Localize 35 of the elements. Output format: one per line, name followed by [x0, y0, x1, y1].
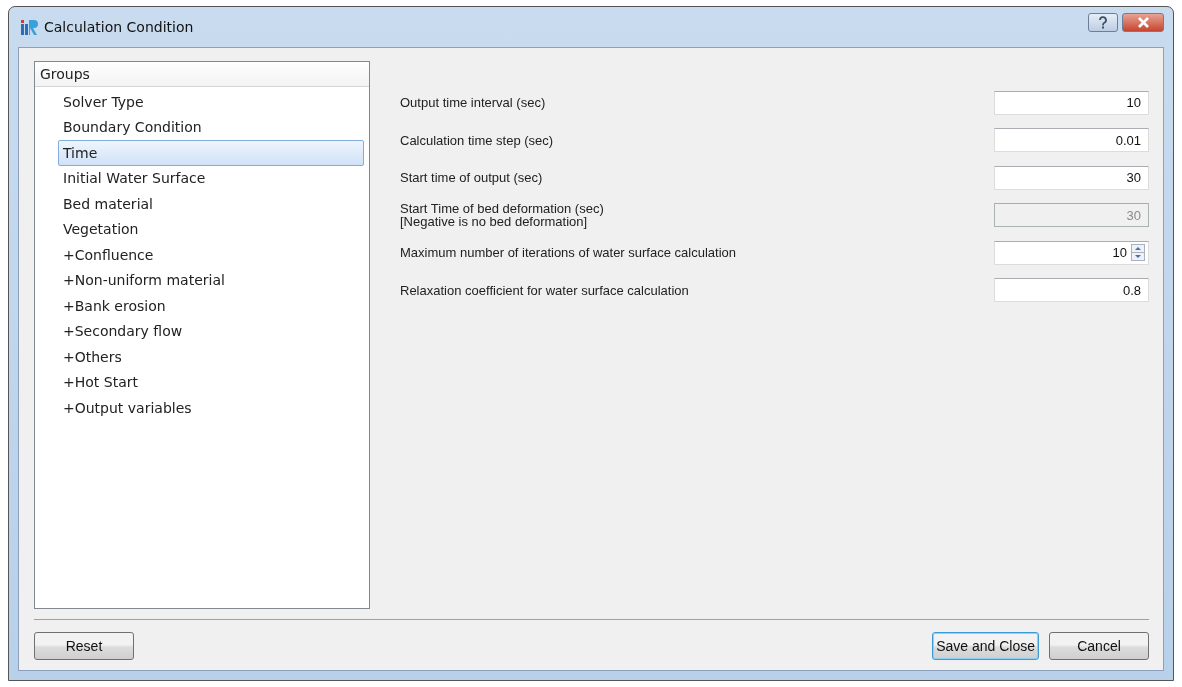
tree-item[interactable]: Vegetation: [58, 216, 364, 242]
spin-field[interactable]: 10: [994, 240, 1149, 265]
tree-item[interactable]: +Confluence: [58, 242, 364, 268]
field-label: Start Time of bed deformation (sec): [400, 202, 605, 216]
tree-item[interactable]: +Hot Start: [58, 369, 364, 395]
spin-arrows-icon[interactable]: [1131, 244, 1145, 262]
tree-item[interactable]: Initial Water Surface: [58, 165, 364, 191]
field-label: Start time of output (sec): [400, 171, 544, 185]
tree-item[interactable]: +Bank erosion: [58, 293, 364, 319]
app-logo-icon: [20, 18, 38, 36]
field-label: Relaxation coefficient for water surface calculation: [400, 283, 690, 297]
tree-item[interactable]: +Output variables: [58, 395, 364, 421]
dialog-button[interactable]: Save and Close: [932, 632, 1039, 660]
dialog-button[interactable]: Cancel: [1049, 632, 1149, 660]
help-icon: [1098, 16, 1108, 29]
tree-item[interactable]: +Non-uniform material: [58, 267, 364, 293]
field-note: [Negative is no bed deformation]: [400, 215, 588, 229]
tree-item[interactable]: Time: [58, 140, 364, 166]
input-field[interactable]: 30: [994, 165, 1149, 190]
tree-item[interactable]: Boundary Condition: [58, 114, 364, 140]
tree-item[interactable]: Bed material: [58, 191, 364, 217]
input-field[interactable]: 10: [994, 90, 1149, 115]
tree-item[interactable]: +Secondary flow: [58, 318, 364, 344]
close-button[interactable]: [1122, 13, 1164, 32]
tree-item[interactable]: Solver Type: [58, 89, 364, 115]
reset-button[interactable]: Reset: [34, 632, 134, 660]
help-button[interactable]: [1088, 13, 1118, 32]
field-label: Output time interval (sec): [400, 96, 547, 110]
close-icon: [1136, 17, 1150, 28]
window-title: Calculation Condition: [44, 19, 194, 35]
field-label: Calculation time step (sec): [400, 133, 555, 147]
tree-item[interactable]: +Others: [58, 344, 364, 370]
input-field[interactable]: 0.01: [994, 128, 1149, 153]
input-field[interactable]: 0.8: [994, 278, 1149, 303]
field-label: Maximum number of iterations of water surface calculation: [400, 246, 737, 260]
